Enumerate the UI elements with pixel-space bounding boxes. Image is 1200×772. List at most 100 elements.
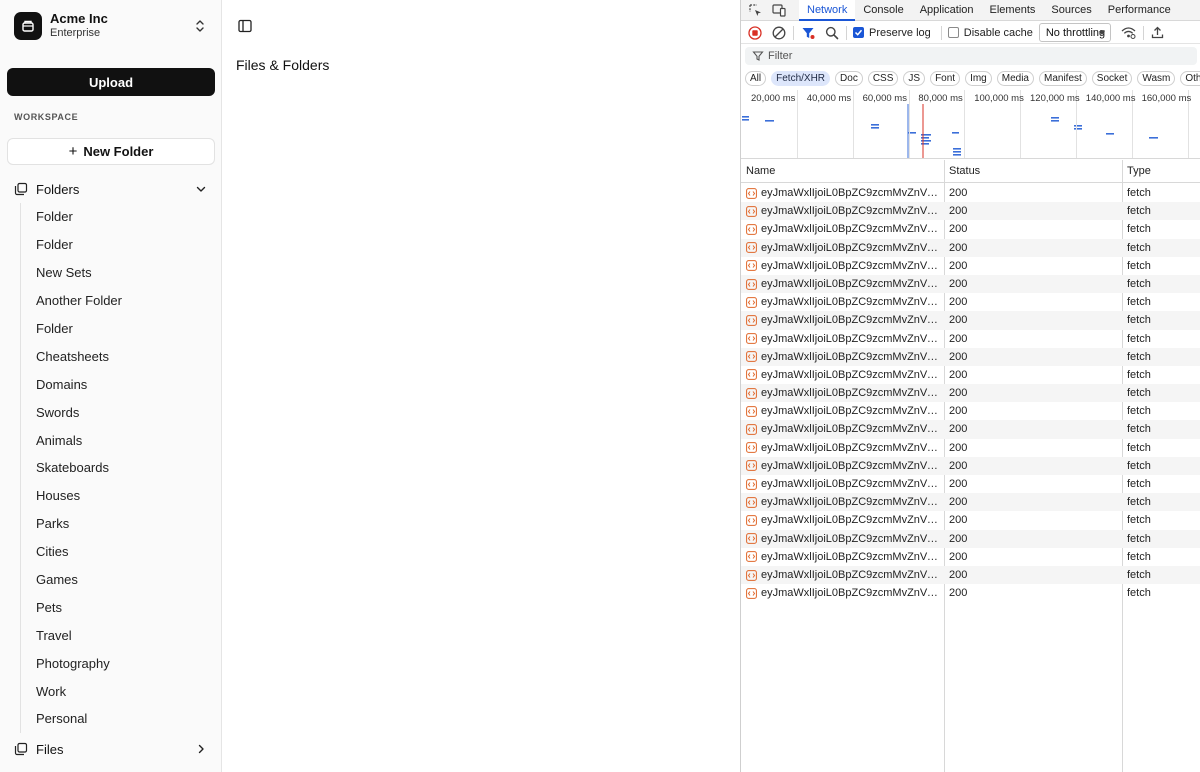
request-row[interactable]: eyJmaWxlIjoiL0BpZC9zcmMvZnVu... 200 fetch <box>741 548 1200 566</box>
fetch-request-icon <box>746 387 757 399</box>
timeline-request-bar <box>765 120 774 122</box>
request-row[interactable]: eyJmaWxlIjoiL0BpZC9zcmMvZnVu... 200 fetch <box>741 584 1200 602</box>
request-row[interactable]: eyJmaWxlIjoiL0BpZC9zcmMvZnVu... 200 fetch <box>741 493 1200 512</box>
request-row[interactable]: eyJmaWxlIjoiL0BpZC9zcmMvZnVu... 200 fetch <box>741 511 1200 529</box>
filter-input[interactable]: Filter <box>745 47 1197 65</box>
folder-item[interactable]: Personal <box>29 705 209 733</box>
folder-item[interactable]: Skateboards <box>29 454 209 482</box>
preserve-log-checkbox[interactable]: Preserve log <box>853 27 931 39</box>
folder-item[interactable]: Domains <box>29 370 209 398</box>
request-status: 200 <box>949 496 968 509</box>
tab-console[interactable]: Console <box>855 0 911 21</box>
request-row[interactable]: eyJmaWxlIjoiL0BpZC9zcmMvZnVu... 200 fetch <box>741 347 1200 366</box>
type-filter-wasm[interactable]: Wasm <box>1137 70 1176 86</box>
type-filter-media[interactable]: Media <box>996 70 1034 86</box>
request-row[interactable]: eyJmaWxlIjoiL0BpZC9zcmMvZnVu... 200 fetch <box>741 238 1200 257</box>
tab-sources[interactable]: Sources <box>1043 0 1099 21</box>
request-row[interactable]: eyJmaWxlIjoiL0BpZC9zcmMvZnVu... 200 fetch <box>741 420 1200 439</box>
folder-item[interactable]: Games <box>29 566 209 594</box>
type-filter-font[interactable]: Font <box>930 70 961 86</box>
folder-item[interactable]: Travel <box>29 621 209 649</box>
network-toolbar: Preserve log Disable cache No throttling <box>741 22 1200 44</box>
folder-item[interactable]: Cities <box>29 538 209 566</box>
request-row[interactable]: eyJmaWxlIjoiL0BpZC9zcmMvZnVu... 200 fetch <box>741 475 1200 493</box>
request-name-cell: eyJmaWxlIjoiL0BpZC9zcmMvZnVu... <box>746 239 942 257</box>
request-row[interactable]: eyJmaWxlIjoiL0BpZC9zcmMvZnVu... 200 fetch <box>741 565 1200 585</box>
device-toolbar-icon[interactable] <box>771 2 787 18</box>
column-header-status[interactable]: Status <box>944 160 1122 183</box>
request-row[interactable]: eyJmaWxlIjoiL0BpZC9zcmMvZnVu... 200 fetch <box>741 402 1200 420</box>
type-filter-socket[interactable]: Socket <box>1091 70 1133 86</box>
request-row[interactable]: eyJmaWxlIjoiL0BpZC9zcmMvZnVu... 200 fetch <box>741 456 1200 475</box>
record-stop-icon[interactable] <box>747 25 763 41</box>
request-row[interactable]: eyJmaWxlIjoiL0BpZC9zcmMvZnVu... 200 fetch <box>741 330 1200 348</box>
throttling-select[interactable]: No throttling <box>1038 23 1111 42</box>
sidebar-toggle-icon[interactable] <box>238 19 252 33</box>
folder-item[interactable]: Folder <box>29 203 209 231</box>
type-filter-other[interactable]: Other <box>1180 70 1200 86</box>
inspect-element-icon[interactable] <box>747 2 763 18</box>
request-name-cell: eyJmaWxlIjoiL0BpZC9zcmMvZnVu... <box>746 493 942 511</box>
folder-item[interactable]: Houses <box>29 482 209 510</box>
network-conditions-icon[interactable] <box>1121 25 1137 41</box>
folders-group-toggle[interactable]: Folders <box>7 177 215 201</box>
team-switcher[interactable]: Acme Inc Enterprise <box>8 8 214 44</box>
request-row[interactable]: eyJmaWxlIjoiL0BpZC9zcmMvZnVu... 200 fetch <box>741 184 1200 202</box>
tab-elements[interactable]: Elements <box>982 0 1044 21</box>
type-filter-manifest[interactable]: Manifest <box>1039 70 1087 86</box>
request-row[interactable]: eyJmaWxlIjoiL0BpZC9zcmMvZnVu... 200 fetch <box>741 257 1200 275</box>
request-row[interactable]: eyJmaWxlIjoiL0BpZC9zcmMvZnVu... 200 fetch <box>741 384 1200 403</box>
folder-item[interactable]: Pets <box>29 593 209 621</box>
request-row[interactable]: eyJmaWxlIjoiL0BpZC9zcmMvZnVu... 200 fetch <box>741 202 1200 221</box>
import-har-icon[interactable] <box>1150 25 1166 41</box>
folder-item[interactable]: Animals <box>29 426 209 454</box>
request-row[interactable]: eyJmaWxlIjoiL0BpZC9zcmMvZnVu... 200 fetch <box>741 274 1200 294</box>
upload-button[interactable]: Upload <box>7 68 215 96</box>
request-type: fetch <box>1127 277 1151 290</box>
network-timeline-overview[interactable]: 20,000 ms 40,000 ms 60,000 ms 80,000 ms 100,… <box>741 90 1200 159</box>
folder-item[interactable]: Photography <box>29 649 209 677</box>
folder-item[interactable]: Cheatsheets <box>29 342 209 370</box>
folder-item[interactable]: Folder <box>29 315 209 343</box>
filter-funnel-icon[interactable] <box>800 25 816 41</box>
folder-item[interactable]: Parks <box>29 510 209 538</box>
request-status: 200 <box>949 459 968 472</box>
folder-item[interactable]: Folder <box>29 231 209 259</box>
request-type: fetch <box>1127 205 1151 218</box>
timeline-request-bar <box>921 137 929 139</box>
request-status: 200 <box>949 441 968 454</box>
request-row[interactable]: eyJmaWxlIjoiL0BpZC9zcmMvZnVu... 200 fetch <box>741 439 1200 457</box>
timeline-tick-label: 120,000 ms <box>1030 93 1080 104</box>
folder-item[interactable]: New Sets <box>29 259 209 287</box>
type-filter-js[interactable]: JS <box>903 70 926 86</box>
request-row[interactable]: eyJmaWxlIjoiL0BpZC9zcmMvZnVu... 200 fetch <box>741 293 1200 311</box>
column-header-type[interactable]: Type <box>1122 160 1200 183</box>
request-row[interactable]: eyJmaWxlIjoiL0BpZC9zcmMvZnVu... 200 fetch <box>741 311 1200 330</box>
folder-item[interactable]: Swords <box>29 398 209 426</box>
request-row[interactable]: eyJmaWxlIjoiL0BpZC9zcmMvZnVu... 200 fetch <box>741 529 1200 548</box>
request-row[interactable]: eyJmaWxlIjoiL0BpZC9zcmMvZnVu... 200 fetch <box>741 220 1200 238</box>
request-name: eyJmaWxlIjoiL0BpZC9zcmMvZnVu... <box>761 496 942 509</box>
column-header-name[interactable]: Name <box>741 160 944 183</box>
folder-item[interactable]: Another Folder <box>29 287 209 315</box>
files-group-toggle[interactable]: Files <box>7 737 215 761</box>
type-filter-all[interactable]: All <box>745 70 767 86</box>
devtools-panel: Network Console Application Elements Sources… <box>740 0 1200 772</box>
type-filter-img[interactable]: Img <box>965 70 992 86</box>
type-filter-fetch-xhr[interactable]: Fetch/XHR <box>771 70 831 86</box>
search-icon[interactable] <box>824 25 840 41</box>
new-folder-button[interactable]: + New Folder <box>7 138 215 165</box>
clear-log-icon[interactable] <box>771 25 787 41</box>
timeline-request-bar <box>1051 117 1059 119</box>
tab-application[interactable]: Application <box>912 0 982 21</box>
disable-cache-checkbox[interactable]: Disable cache <box>947 27 1033 39</box>
tab-performance[interactable]: Performance <box>1100 0 1179 21</box>
checkbox-checked-icon <box>853 27 864 38</box>
folder-list: Folder Folder New Sets Another Folder Folder… <box>20 203 209 733</box>
preserve-log-label: Preserve log <box>869 26 931 39</box>
type-filter-css[interactable]: CSS <box>867 70 899 86</box>
folder-item[interactable]: Work <box>29 677 209 705</box>
type-filter-doc[interactable]: Doc <box>835 70 863 86</box>
request-row[interactable]: eyJmaWxlIjoiL0BpZC9zcmMvZnVu... 200 fetch <box>741 366 1200 384</box>
tab-network[interactable]: Network <box>799 0 856 21</box>
